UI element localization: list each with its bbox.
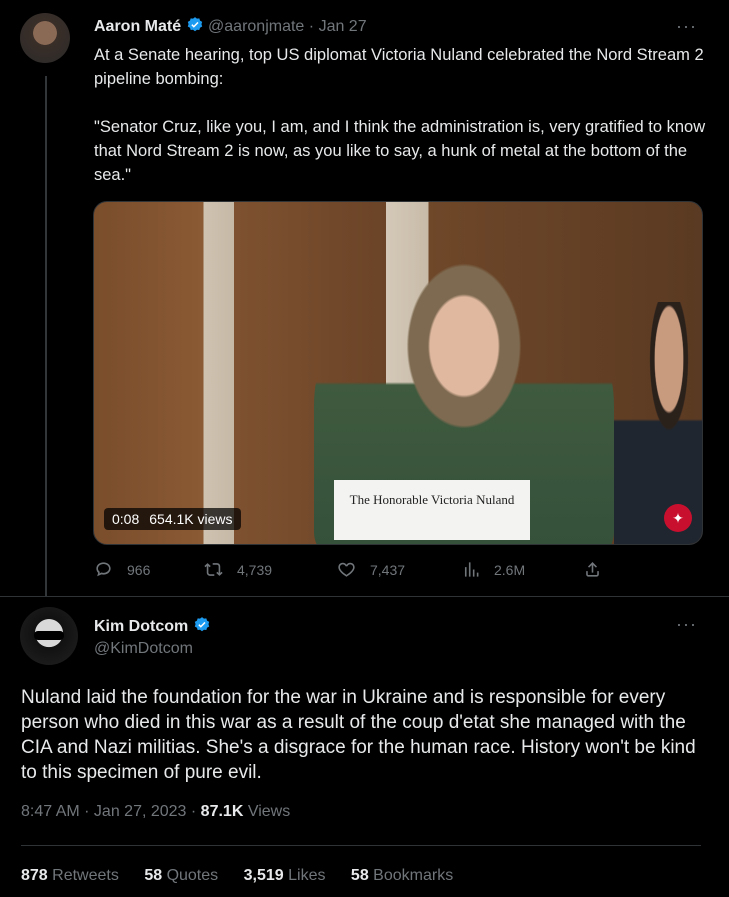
retweet-icon (204, 563, 223, 576)
tweet-text: Nuland laid the foundation for the war i… (21, 687, 696, 783)
name-placard: The Honorable Victoria Nuland (334, 480, 530, 540)
author-name[interactable]: Aaron Maté (94, 18, 181, 35)
author-handle[interactable]: @aaronjmate (208, 18, 304, 35)
channel-logo-icon: ✦ (664, 504, 692, 532)
share-icon (586, 562, 599, 577)
heart-icon (338, 562, 355, 577)
quotes-stat[interactable]: 58 Quotes (144, 867, 218, 884)
tweet-date[interactable]: Jan 27, 2023 (94, 803, 187, 820)
retweet-button[interactable]: 4,739 (204, 560, 272, 579)
tweet1-header: Aaron Maté @aaronjmate · Jan 27 (94, 16, 367, 36)
tweet-meta: 8:47 AM · Jan 27, 2023 · 87.1K Views (21, 803, 291, 820)
share-button[interactable] (583, 560, 616, 579)
retweets-stat[interactable]: 878 Retweets (21, 867, 119, 884)
views-count: 87.1K (200, 803, 244, 820)
tweet2-header: Kim Dotcom (94, 616, 211, 636)
video-background-person (614, 302, 702, 544)
video-views: 654.1K views (149, 511, 233, 527)
analytics-icon (464, 562, 479, 577)
video-player[interactable]: The Honorable Victoria Nuland ✦ 0:08 654.… (93, 201, 703, 545)
author-handle[interactable]: @KimDotcom (94, 640, 193, 658)
more-options-icon[interactable]: ··· (676, 16, 697, 37)
verified-badge-icon (187, 17, 202, 32)
separator-dot: · (308, 18, 315, 35)
reply-count: 966 (127, 561, 151, 578)
engagement-stats: 878 Retweets 58 Quotes 3,519 Likes 58 Bo… (21, 867, 474, 885)
tweet-divider (0, 596, 729, 597)
avatar-kim[interactable] (20, 607, 78, 665)
tweet-time[interactable]: 8:47 AM (21, 803, 80, 820)
video-duration: 0:08 (112, 511, 140, 527)
bookmarks-stat[interactable]: 58 Bookmarks (351, 867, 453, 884)
thread-line (45, 76, 47, 596)
views-label: Views (247, 803, 291, 820)
more-options-icon[interactable]: ··· (676, 614, 697, 635)
like-count: 7,437 (370, 561, 406, 578)
tweet-text: At a Senate hearing, top US diplomat Vic… (94, 46, 706, 184)
like-button[interactable]: 7,437 (337, 560, 405, 579)
tweet-actions: 966 4,739 7,437 2.6M (94, 560, 614, 582)
view-count: 2.6M (494, 561, 526, 578)
views-button[interactable]: 2.6M (461, 560, 525, 579)
reply-icon (96, 562, 111, 577)
stats-divider (21, 845, 701, 846)
verified-badge-icon (194, 617, 209, 632)
video-badge: 0:08 654.1K views (104, 508, 241, 530)
reply-button[interactable]: 966 (94, 560, 150, 579)
author-name[interactable]: Kim Dotcom (94, 618, 188, 635)
tweet-date[interactable]: Jan 27 (319, 18, 367, 35)
retweet-count: 4,739 (237, 561, 273, 578)
avatar-aaron[interactable] (20, 13, 70, 63)
likes-stat[interactable]: 3,519 Likes (244, 867, 326, 884)
